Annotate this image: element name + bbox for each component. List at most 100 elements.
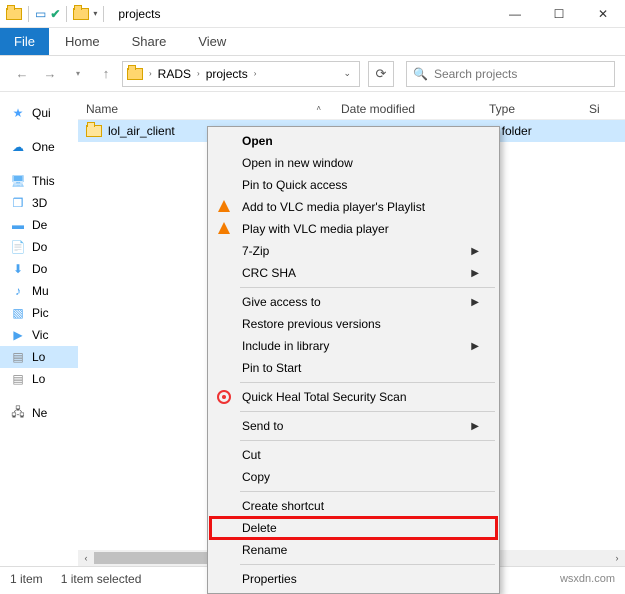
menu-item-label: Create shortcut	[242, 499, 324, 513]
sort-indicator-icon: ˄	[316, 104, 321, 113]
scroll-right-icon[interactable]: ›	[609, 550, 625, 566]
status-selected-count: 1 item selected	[61, 572, 142, 586]
submenu-arrow-icon: ▶	[471, 421, 479, 432]
maximize-button[interactable]: ☐	[537, 0, 581, 28]
sidebar-item-videos[interactable]: ▶Vic	[0, 324, 78, 346]
folder-icon	[86, 125, 102, 137]
menu-item-label: Add to VLC media player's Playlist	[242, 200, 425, 214]
address-dropdown-icon[interactable]: ⌄	[339, 68, 355, 79]
context-menu-item[interactable]: Restore previous versions	[210, 313, 497, 335]
context-menu-item[interactable]: Open in new window	[210, 152, 497, 174]
quickheal-icon	[216, 389, 232, 405]
menu-item-label: Pin to Quick access	[242, 178, 347, 192]
breadcrumb-item[interactable]: projects	[204, 67, 250, 81]
context-menu-item[interactable]: Include in library ▶	[210, 335, 497, 357]
chevron-right-icon[interactable]: ›	[195, 69, 202, 78]
tab-share[interactable]: Share	[116, 28, 183, 55]
sidebar-item-onedrive[interactable]: ☁One	[0, 136, 78, 158]
context-menu-item[interactable]: Pin to Quick access	[210, 174, 497, 196]
context-menu-item[interactable]: CRC SHA▶	[210, 262, 497, 284]
context-menu-item[interactable]: Cut	[210, 444, 497, 466]
search-input[interactable]: 🔍 Search projects	[406, 61, 615, 87]
folder-icon	[127, 68, 143, 80]
watermark: wsxdn.com	[560, 573, 615, 585]
breadcrumb-item[interactable]: RADS	[156, 67, 193, 81]
navigation-bar: ← → ▾ ↑ › RADS › projects › ⌄ ⟳ 🔍 Search…	[0, 56, 625, 92]
context-menu-item[interactable]: Quick Heal Total Security Scan	[210, 386, 497, 408]
context-menu-item[interactable]: 7-Zip▶	[210, 240, 497, 262]
qat-check-icon[interactable]: ✔	[50, 7, 60, 21]
ribbon-tabs: File Home Share View	[0, 28, 625, 56]
submenu-arrow-icon: ▶	[471, 341, 479, 352]
navigation-pane: ★Qui ☁One 🖥This ❒3D ▬De 📄Do ⬇Do ♪Mu ▧Pic…	[0, 92, 78, 566]
context-menu-item[interactable]: Add to VLC media player's Playlist	[210, 196, 497, 218]
disk-icon: ▤	[10, 349, 26, 365]
column-date[interactable]: Date modified	[341, 102, 489, 116]
menu-item-label: Play with VLC media player	[242, 222, 389, 236]
menu-item-label: Quick Heal Total Security Scan	[242, 390, 407, 404]
folder-icon	[73, 8, 89, 20]
search-icon: 🔍	[413, 67, 428, 81]
qat-properties-icon[interactable]: ▭	[35, 7, 46, 21]
sidebar-item-quick-access[interactable]: ★Qui	[0, 102, 78, 124]
column-size[interactable]: Si	[589, 102, 625, 116]
menu-item-label: Pin to Start	[242, 361, 301, 375]
chevron-right-icon[interactable]: ›	[252, 69, 259, 78]
refresh-button[interactable]: ⟳	[368, 61, 394, 87]
download-icon: ⬇	[10, 261, 26, 277]
cloud-icon: ☁	[10, 139, 26, 155]
quick-access-toolbar: ▭ ✔ ▾	[0, 6, 112, 22]
file-tab[interactable]: File	[0, 28, 49, 55]
sidebar-item-3d[interactable]: ❒3D	[0, 192, 78, 214]
cube-icon: ❒	[10, 195, 26, 211]
sidebar-item-local-disk-c[interactable]: ▤Lo	[0, 346, 78, 368]
column-type[interactable]: Type	[489, 102, 589, 116]
context-menu-item[interactable]: Create shortcut	[210, 495, 497, 517]
sidebar-item-this-pc[interactable]: 🖥This	[0, 170, 78, 192]
sidebar-item-music[interactable]: ♪Mu	[0, 280, 78, 302]
search-placeholder: Search projects	[434, 67, 517, 81]
sidebar-item-downloads[interactable]: ⬇Do	[0, 258, 78, 280]
sidebar-item-documents[interactable]: 📄Do	[0, 236, 78, 258]
picture-icon: ▧	[10, 305, 26, 321]
up-button[interactable]: ↑	[94, 62, 118, 86]
scroll-left-icon[interactable]: ‹	[78, 550, 94, 566]
context-menu-item[interactable]: Send to▶	[210, 415, 497, 437]
column-name[interactable]: Name˄	[86, 102, 341, 116]
sidebar-item-desktop[interactable]: ▬De	[0, 214, 78, 236]
submenu-arrow-icon: ▶	[471, 297, 479, 308]
window-controls: — ☐ ✕	[493, 0, 625, 28]
sidebar-item-local-disk-d[interactable]: ▤Lo	[0, 368, 78, 390]
context-menu-item[interactable]: Open	[210, 130, 497, 152]
desktop-icon: ▬	[10, 217, 26, 233]
chevron-right-icon[interactable]: ›	[147, 69, 154, 78]
menu-item-label: Properties	[242, 572, 297, 586]
context-menu-item[interactable]: Delete	[210, 517, 497, 539]
menu-item-label: Rename	[242, 543, 287, 557]
qat-dropdown-icon[interactable]: ▾	[93, 9, 97, 18]
tab-home[interactable]: Home	[49, 28, 116, 55]
recent-dropdown[interactable]: ▾	[66, 62, 90, 86]
submenu-arrow-icon: ▶	[471, 246, 479, 257]
context-menu: OpenOpen in new window Pin to Quick acces…	[207, 126, 500, 594]
file-name: lol_air_client	[108, 124, 175, 138]
close-button[interactable]: ✕	[581, 0, 625, 28]
menu-item-label: Include in library	[242, 339, 329, 353]
context-menu-item[interactable]: Pin to Start	[210, 357, 497, 379]
vlc-icon	[216, 199, 232, 215]
context-menu-item[interactable]: Play with VLC media player	[210, 218, 497, 240]
tab-view[interactable]: View	[182, 28, 242, 55]
address-bar[interactable]: › RADS › projects › ⌄	[122, 61, 360, 87]
pc-icon: 🖥	[10, 173, 26, 189]
menu-item-label: Copy	[242, 470, 270, 484]
context-menu-item[interactable]: Properties	[210, 568, 497, 590]
context-menu-item[interactable]: Rename	[210, 539, 497, 561]
forward-button[interactable]: →	[38, 62, 62, 86]
sidebar-item-pictures[interactable]: ▧Pic	[0, 302, 78, 324]
status-item-count: 1 item	[10, 572, 43, 586]
minimize-button[interactable]: —	[493, 0, 537, 28]
context-menu-item[interactable]: Copy	[210, 466, 497, 488]
context-menu-item[interactable]: Give access to▶	[210, 291, 497, 313]
back-button[interactable]: ←	[10, 62, 34, 86]
sidebar-item-network[interactable]: 🖧Ne	[0, 402, 78, 424]
